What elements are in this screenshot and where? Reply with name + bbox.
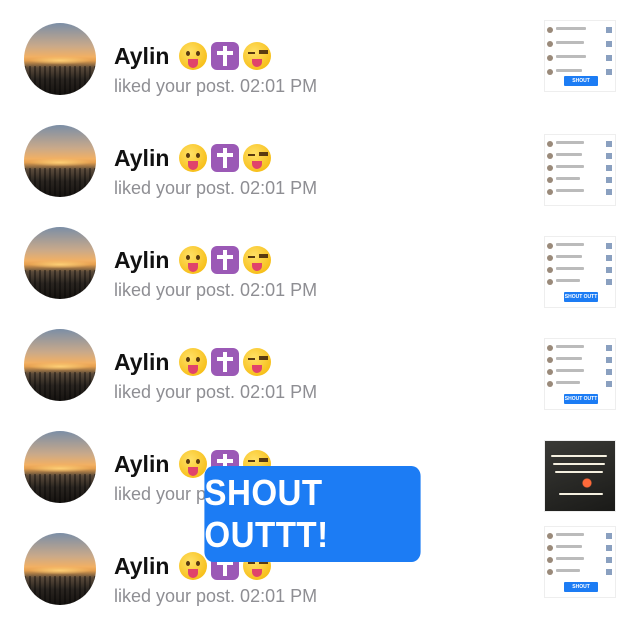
post-thumbnail[interactable]: SHOUT OUTT! <box>544 20 616 92</box>
username[interactable]: Aylin <box>114 349 169 376</box>
latin-cross-icon <box>211 246 240 274</box>
post-thumbnail[interactable] <box>544 440 616 512</box>
notification-row[interactable]: Aylin liked your post. 02:01 PM <box>0 118 640 220</box>
username[interactable]: Aylin <box>114 247 169 274</box>
activity-text: liked your post. 02:01 PM <box>114 76 318 96</box>
avatar[interactable] <box>24 329 96 401</box>
avatar[interactable] <box>24 533 96 605</box>
name-line: Aylin <box>114 40 272 72</box>
shout-out-sticker: SHOUT OUTTT! <box>204 466 421 562</box>
thumbnail-shout-chip: SHOUT OUTT <box>564 394 598 404</box>
tongue-face-icon <box>179 348 208 376</box>
name-line: Aylin <box>114 244 272 276</box>
notification-row[interactable]: Aylin liked your post. 02:01 PM SHOUT OU… <box>0 220 640 322</box>
latin-cross-icon <box>211 42 240 70</box>
notification-row[interactable]: Aylin liked your post. 02:01 PM SHOUT OU… <box>0 16 640 118</box>
latin-cross-icon <box>211 144 240 172</box>
name-line: Aylin <box>114 142 272 174</box>
activity-text: liked your post. 02:01 PM <box>114 280 318 300</box>
username[interactable]: Aylin <box>114 145 169 172</box>
thumbnail-shout-chip: SHOUT OUTT! <box>564 76 598 91</box>
winking-tongue-face-icon <box>243 348 272 376</box>
avatar[interactable] <box>24 23 96 95</box>
avatar[interactable] <box>24 431 96 503</box>
tongue-face-icon <box>179 144 208 172</box>
username[interactable]: Aylin <box>114 43 169 70</box>
avatar[interactable] <box>24 125 96 197</box>
post-thumbnail[interactable] <box>544 134 616 206</box>
name-line: Aylin <box>114 346 272 378</box>
activity-text: liked your post. 02:01 PM <box>114 586 318 606</box>
post-thumbnail[interactable]: SHOUT OUTT!! <box>544 526 616 598</box>
username[interactable]: Aylin <box>114 553 169 580</box>
post-thumbnail[interactable]: SHOUT OUTT <box>544 236 616 308</box>
tongue-face-icon <box>179 450 208 478</box>
activity-text: liked your post. 02:01 PM <box>114 382 318 402</box>
thumbnail-shout-chip: SHOUT OUTT!! <box>564 582 598 597</box>
winking-tongue-face-icon <box>243 246 272 274</box>
activity-text: liked your post. 02:01 PM <box>114 178 318 198</box>
tongue-face-icon <box>179 42 208 70</box>
thumbnail-shout-chip: SHOUT OUTT <box>564 292 598 302</box>
winking-tongue-face-icon <box>243 42 272 70</box>
avatar[interactable] <box>24 227 96 299</box>
post-thumbnail[interactable]: SHOUT OUTT <box>544 338 616 410</box>
tongue-face-icon <box>179 552 208 580</box>
tongue-face-icon <box>179 246 208 274</box>
notification-row[interactable]: Aylin liked your post. 02:01 PM SHOUT OU… <box>0 322 640 424</box>
latin-cross-icon <box>211 348 240 376</box>
winking-tongue-face-icon <box>243 144 272 172</box>
username[interactable]: Aylin <box>114 451 169 478</box>
